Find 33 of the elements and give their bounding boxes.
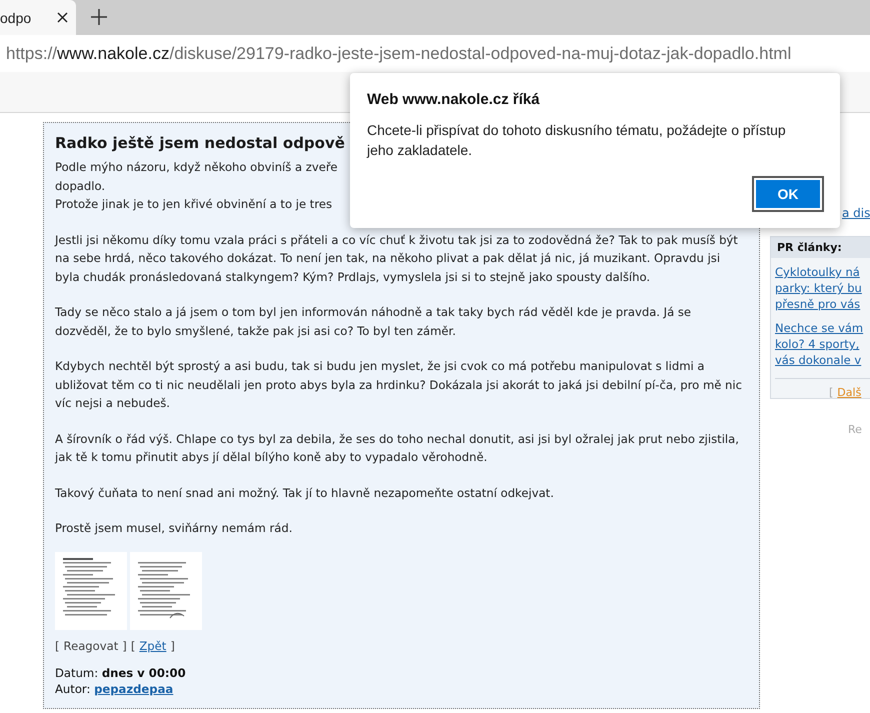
post-paragraph: Kdybych nechtěl být sprostý a asi budu, tak si budu jen myslet, že jsi cvok co má potřebu manipulovat s lidmi a ubližovat těm co ti nic neudělali jen proto abys byla za hrdinku? Dokázala jsi akorát to jaká jsi debilní pí-ča, pro mě nic víc nejsi a nebudeš. (55, 358, 743, 412)
tab-title[interactable]: odpo (0, 10, 32, 26)
author-label: Autor: (55, 682, 90, 696)
post-paragraph: Prostě jsem musel, sviňárny nemám rád. (55, 520, 294, 537)
dialog-message: Chcete-li přispívat do tohoto diskusního tématu, požádejte o přístup jeho zakladatele. (367, 121, 787, 160)
post-paragraph: Takový čuňata to není snad ani možný. Tak jí to hlavně nezapomeňte ostatní odkejvat. (55, 484, 555, 502)
sidebar-text: Re (848, 423, 863, 436)
ok-button[interactable]: OK (754, 178, 822, 210)
close-icon[interactable] (57, 12, 68, 23)
author-link[interactable]: pepazdepaa (94, 682, 174, 696)
post-text: dopadlo. (55, 178, 106, 194)
post-paragraph: Tady se něco stalo a já jsem o tom byl jen informován náhodně a tak taky bych rád věděl kde je pravda. Já se dozvěděl, že to bylo smyšlené, takže pak jsi asi co? To byl ten záměr. (55, 304, 692, 340)
bracket: ] (170, 638, 175, 654)
date-value: dnes v 00:00 (102, 666, 186, 680)
address-url[interactable]: https://www.nakole.cz/diskuse/29179-radko-jeste-jsem-nedostal-odpoved-na-muj-dotaz-jak-dopadlo.html (6, 44, 792, 64)
action-link[interactable]: Zpět (139, 636, 166, 655)
post-paragraph: Jestli jsi někomu díky tomu vzala práci s přáteli a co víc chuť k životu tak jsi za to zodovědná že? Tak to pak musíš být na sebe hrdá, něco takového dokázat. To není jen tak, na někoho plivat a pak dělat já nic, já muzikant. Opravdu jsi byla chudák pronásledovaná stalkyngem? Kým? Prdlajs, vymyslela jsi si to stejně jako spousty dalšího. (55, 232, 739, 286)
plus-icon (91, 9, 107, 25)
post-paragraph: A šírovník o řád výš. Chlape co tys byl za debila, že ses do toho nechal donutit, asi jsi byl ožralej jak prut nebo zjistila, jak tě k tomu přinutit abys jí dělal bílýho koně aby to vypadalo věrohodně. (55, 430, 740, 466)
date-label: Datum: (55, 666, 98, 680)
bracket: ] (122, 638, 127, 654)
browser-tab[interactable]: odpo (0, 0, 76, 35)
bracket: [ (829, 386, 834, 399)
sidebar-link[interactable]: a dis (842, 206, 870, 220)
post-title: Radko ještě jsem nedostal odpově (55, 133, 345, 154)
pr-heading: PR články: (771, 237, 870, 258)
post-text: Podle mýho názoru, když někoho obviníš a zveře (55, 159, 339, 176)
article-link[interactable]: Cyklotoulky ná parky: který bu přesně pro vás (775, 264, 870, 312)
bracket: [ (130, 638, 136, 654)
article-link[interactable]: Nechce se vám kolo? 4 sporty, vás dokonale v (775, 320, 870, 368)
bracket: [ (55, 638, 60, 654)
post-text: Protože jinak je to jen křivé obvinění a to je tres (55, 196, 334, 213)
dialog-title: Web www.nakole.cz říká (367, 91, 541, 108)
